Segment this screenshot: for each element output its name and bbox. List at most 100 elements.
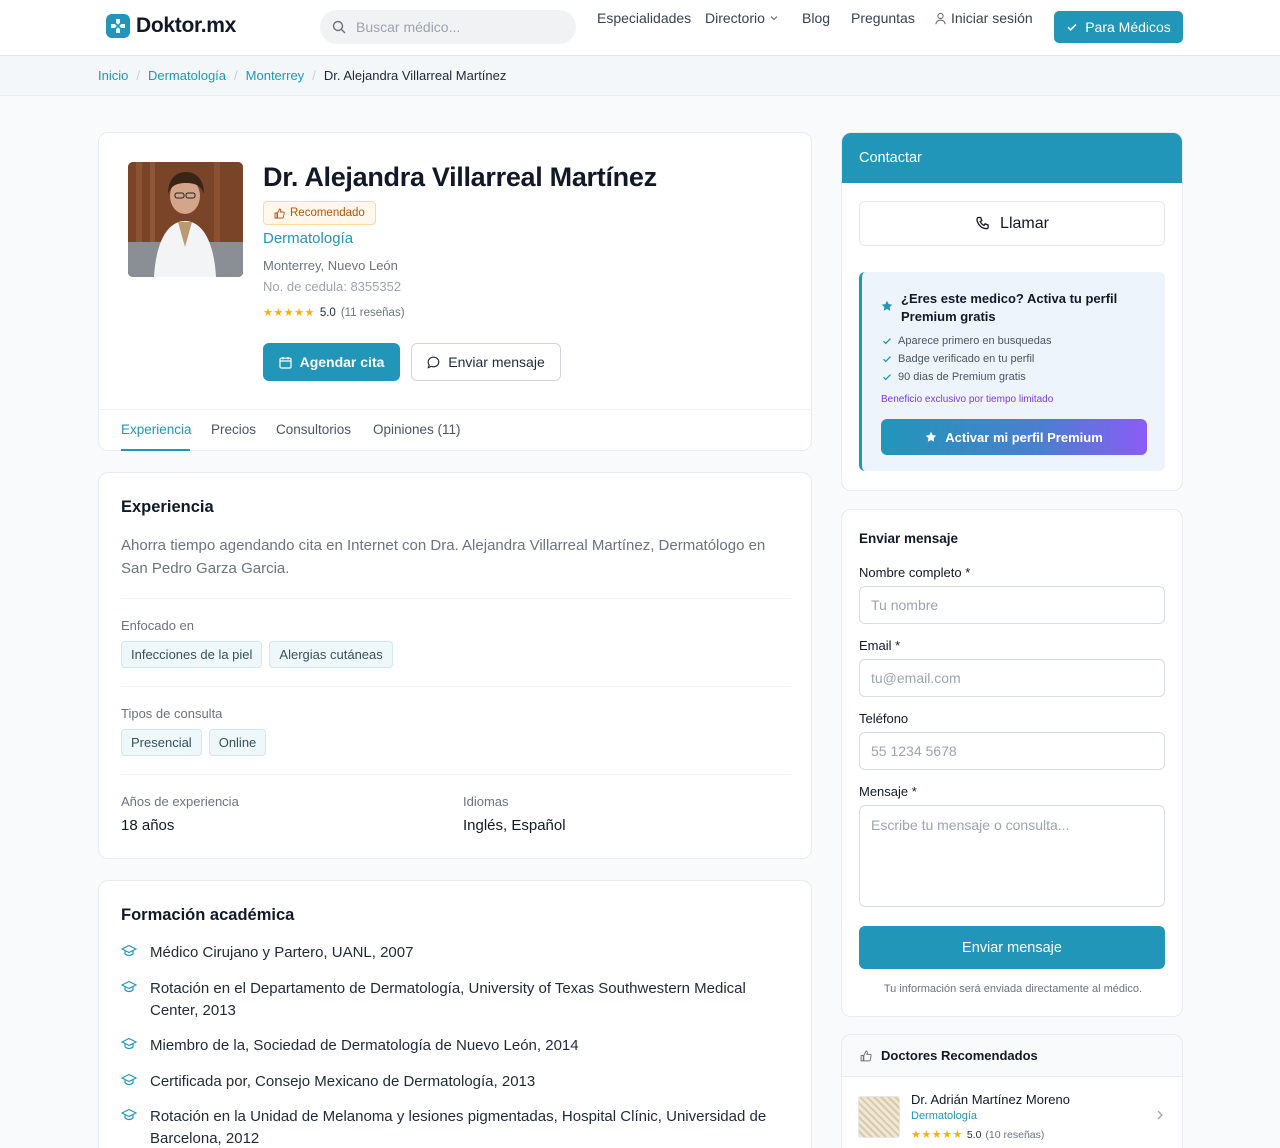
divider <box>121 686 791 687</box>
years-experience-value: 18 años <box>121 817 175 834</box>
tab-consultorios[interactable]: Consultorios <box>276 422 351 437</box>
message-field[interactable] <box>859 805 1165 907</box>
recommended-doctor-name: Dr. Adrián Martínez Moreno <box>911 1092 1070 1107</box>
recommended-header: Doctores Recomendados <box>842 1035 1182 1077</box>
education-title: Formación académica <box>121 906 295 924</box>
call-button[interactable]: Llamar <box>859 201 1165 246</box>
nav-blog[interactable]: Blog <box>802 10 830 26</box>
activate-premium-button[interactable]: Activar mi perfil Premium <box>881 419 1147 455</box>
message-form-title: Enviar mensaje <box>859 531 959 546</box>
para-medicos-button[interactable]: Para Médicos <box>1054 11 1183 43</box>
education-item: Rotación en la Unidad de Melanoma y lesi… <box>121 1106 791 1148</box>
education-item-text: Médico Cirujano y Partero, UANL, 2007 <box>150 944 414 961</box>
nav-login[interactable]: Iniciar sesión <box>934 10 1033 26</box>
doctor-cedula: No. de cedula: 8355352 <box>263 279 402 294</box>
logo[interactable]: Doktor.mx <box>106 14 236 38</box>
nav-especialidades[interactable]: Especialidades <box>597 10 691 26</box>
nav-login-label: Iniciar sesión <box>951 10 1033 26</box>
search-input[interactable] <box>356 19 556 35</box>
star-icon <box>926 431 937 442</box>
tab-opiniones[interactable]: Opiniones (11) <box>373 422 461 437</box>
focus-tag: Infecciones de la piel <box>121 641 263 668</box>
tabs-divider <box>99 409 811 410</box>
premium-promo: ¿Eres este medico? Activa tu perfil Prem… <box>859 272 1165 471</box>
star-icon <box>881 300 893 311</box>
send-message-button[interactable]: Enviar mensaje <box>411 343 561 381</box>
calendar-icon <box>278 356 292 369</box>
graduation-cap-icon <box>121 1073 137 1086</box>
experience-title: Experiencia <box>121 498 214 516</box>
check-icon <box>1067 23 1077 31</box>
nav-preguntas[interactable]: Preguntas <box>851 10 915 26</box>
tab-experiencia[interactable]: Experiencia <box>121 422 192 437</box>
message-form-note: Tu información será enviada directamente… <box>883 983 1143 995</box>
recommended-title: Doctores Recomendados <box>881 1048 1038 1063</box>
activate-premium-label: Activar mi perfil Premium <box>945 429 1103 445</box>
education-item-text: Certificada por, Consejo Mexicano de Der… <box>150 1073 536 1090</box>
recommended-badge-label: Recomendado <box>290 207 365 219</box>
breadcrumb-separator: / <box>312 68 316 83</box>
education-item: Miembro de la, Sociedad de Dermatología … <box>121 1035 791 1057</box>
thumbs-up-icon <box>860 1050 872 1061</box>
doctor-photo <box>128 162 243 277</box>
graduation-cap-icon <box>121 1108 137 1121</box>
search-bar[interactable] <box>320 10 576 44</box>
focus-label: Enfocado en <box>121 618 195 633</box>
chevron-right-icon <box>1157 1110 1163 1120</box>
education-item: Rotación en el Departamento de Dermatolo… <box>121 978 791 1022</box>
premium-benefit-text: 90 dias de Premium gratis <box>898 371 1026 383</box>
recommended-doctor-specialty: Dermatología <box>911 1110 978 1122</box>
breadcrumb: Inicio / Dermatología / Monterrey / Dr. … <box>98 68 506 83</box>
rating-count: (11 reseñas) <box>340 306 405 319</box>
tab-precios[interactable]: Precios <box>211 422 256 437</box>
breadcrumb-ciudad[interactable]: Monterrey <box>246 68 305 83</box>
breadcrumb-current: Dr. Alejandra Villarreal Martínez <box>323 68 507 83</box>
rating-score: 5.0 <box>319 306 336 319</box>
doctor-rating[interactable]: ★★★★★ 5.0 (11 reseñas) <box>263 306 405 320</box>
submit-message-button[interactable]: Enviar mensaje <box>859 926 1165 969</box>
chevron-down-icon <box>770 16 778 21</box>
graduation-cap-icon <box>121 980 137 993</box>
recommended-badge: Recomendado <box>263 201 376 225</box>
phone-field[interactable] <box>859 732 1165 770</box>
doctor-location: Monterrey, Nuevo León <box>263 258 398 273</box>
name-field[interactable] <box>859 586 1165 624</box>
user-icon <box>935 12 946 24</box>
recommended-doctors-card: Doctores Recomendados Dr. Adrián Martíne… <box>841 1034 1183 1148</box>
doctor-name: Dr. Alejandra Villarreal Martínez <box>263 162 657 192</box>
recommended-doctor-photo <box>858 1096 900 1138</box>
focus-tag: Alergias cutáneas <box>269 641 393 668</box>
divider <box>121 598 791 599</box>
consult-type-tags: Presencial Online <box>121 729 267 756</box>
breadcrumb-inicio[interactable]: Inicio <box>98 68 128 83</box>
breadcrumb-separator: / <box>234 68 238 83</box>
email-field[interactable] <box>859 659 1165 697</box>
education-card: Formación académica Médico Cirujano y Pa… <box>98 880 812 1148</box>
nav-directorio[interactable]: Directorio <box>705 10 779 26</box>
phone-field-label: Teléfono <box>859 711 909 726</box>
rating-score: 5.0 <box>966 1128 982 1141</box>
profile-card: Dr. Alejandra Villarreal Martínez Recome… <box>98 132 812 451</box>
nav-directorio-label: Directorio <box>705 10 765 26</box>
active-tab-indicator <box>121 449 190 451</box>
message-field-label: Mensaje * <box>859 784 917 799</box>
focus-tags: Infecciones de la piel Alergias cutáneas <box>121 641 393 668</box>
name-field-label: Nombre completo * <box>859 565 971 580</box>
schedule-appointment-button[interactable]: Agendar cita <box>263 343 400 381</box>
breadcrumb-separator: / <box>136 68 140 83</box>
education-item: Certificada por, Consejo Mexicano de Der… <box>121 1071 791 1093</box>
check-icon <box>883 374 891 381</box>
graduation-cap-icon <box>121 1037 137 1050</box>
doctor-specialty[interactable]: Dermatología <box>263 230 353 247</box>
premium-benefit: Badge verificado en tu perfil <box>882 350 1051 368</box>
education-item-text: Rotación en el Departamento de Dermatolo… <box>150 980 746 1019</box>
message-form-card: Enviar mensaje Nombre completo * Email *… <box>841 509 1183 1017</box>
experience-card: Experiencia Ahorra tiempo agendando cita… <box>98 472 812 859</box>
check-icon <box>883 338 891 345</box>
breadcrumb-especialidad[interactable]: Dermatología <box>148 68 226 83</box>
consult-type-tag: Presencial <box>121 729 202 756</box>
call-label: Llamar <box>1000 214 1049 232</box>
para-medicos-label: Para Médicos <box>1085 19 1171 35</box>
premium-title: ¿Eres este medico? Activa tu perfil Prem… <box>901 291 1118 324</box>
languages-value: Inglés, Español <box>463 817 566 834</box>
